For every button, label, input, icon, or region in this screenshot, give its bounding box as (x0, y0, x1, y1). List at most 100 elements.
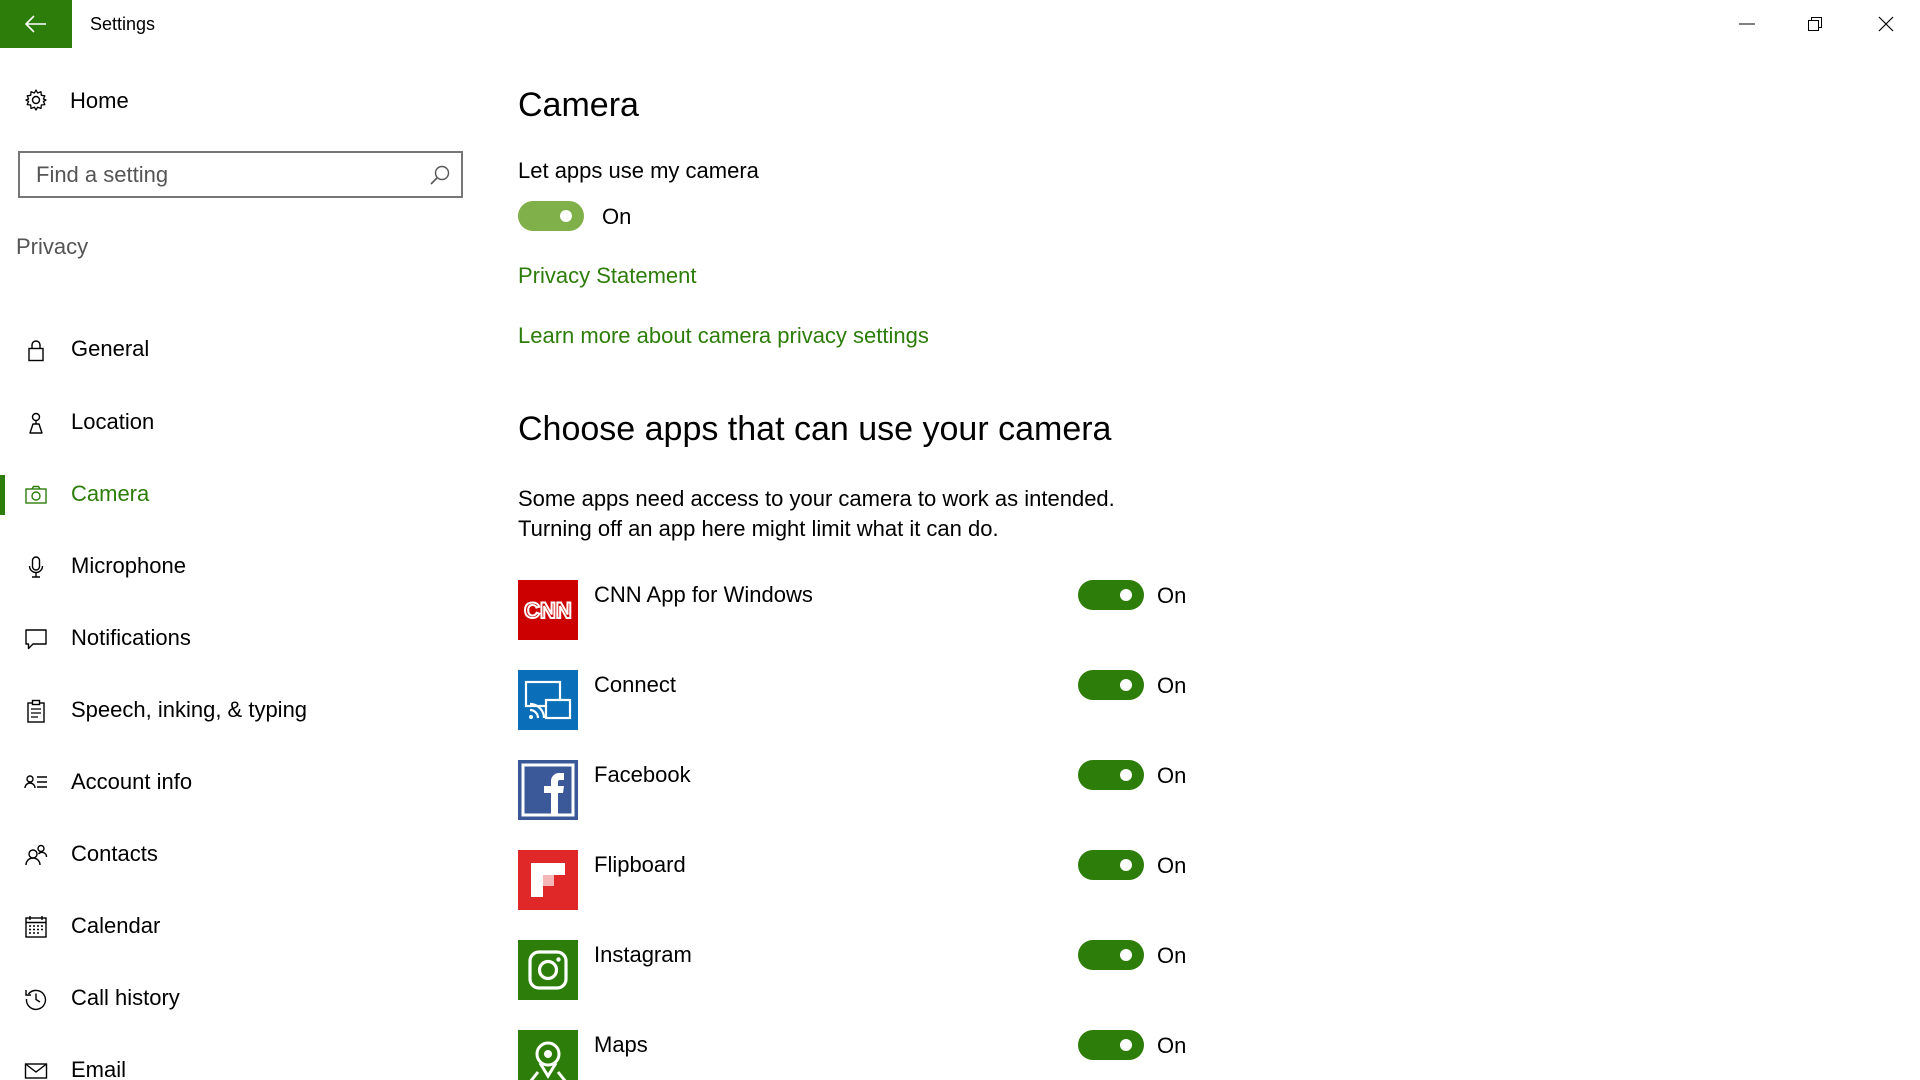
flipboard-logo-icon (518, 850, 578, 910)
app-name: Facebook (594, 762, 691, 787)
app-toggle-flipboard[interactable] (1078, 850, 1144, 880)
privacy-statement-link[interactable]: Privacy Statement (518, 263, 697, 289)
app-toggle-state: On (1157, 943, 1187, 968)
restore-button[interactable] (1781, 0, 1849, 48)
toggle-knob (1120, 859, 1132, 871)
sidebar-item-notifications[interactable]: Notifications (0, 611, 480, 667)
app-name: Connect (594, 672, 676, 697)
active-indicator (0, 475, 5, 515)
group-label-privacy: Privacy (16, 234, 89, 259)
app-toggle-state: On (1157, 1033, 1187, 1058)
notifications-icon (25, 629, 47, 650)
sidebar-item-calendar[interactable]: Calendar (0, 899, 480, 955)
sidebar-item-label: Microphone (71, 553, 186, 578)
minimize-button[interactable] (1713, 0, 1781, 48)
sidebar-item-label: Notifications (71, 625, 191, 650)
app-row-cnn: CNN CNN App for Windows On (518, 580, 1298, 642)
cnn-logo-icon: CNN (518, 580, 578, 640)
description-line-2: Turning off an app here might limit what… (518, 516, 999, 541)
sidebar-item-microphone[interactable]: Microphone (0, 539, 480, 595)
sidebar-item-location[interactable]: Location (0, 395, 480, 451)
sidebar-item-label: Email (71, 1057, 127, 1080)
window-title: Settings (90, 14, 156, 34)
search-icon[interactable] (429, 164, 451, 186)
calendar-icon (25, 916, 47, 938)
instagram-logo-icon (518, 940, 578, 1000)
app-row-facebook: Facebook On (518, 760, 1298, 822)
app-toggle-state: On (1157, 673, 1187, 698)
lock-icon (28, 340, 44, 362)
toggle-knob (560, 210, 572, 222)
sidebar-item-contacts[interactable]: Contacts (0, 827, 480, 883)
app-toggle-state: On (1157, 763, 1187, 788)
sidebar-item-camera[interactable]: Camera (0, 467, 480, 523)
restore-icon (1808, 17, 1822, 31)
sidebar-item-general[interactable]: General (0, 322, 480, 378)
home-link[interactable]: Home (0, 80, 480, 120)
close-icon (1878, 16, 1894, 32)
section-description: Some apps need access to your camera to … (518, 484, 1318, 544)
toggle-knob (1120, 589, 1132, 601)
toggle-knob (1120, 949, 1132, 961)
page-title: Camera (518, 86, 639, 124)
app-toggle-instagram[interactable] (1078, 940, 1144, 970)
app-name: Instagram (594, 942, 692, 967)
history-icon (25, 989, 47, 1011)
title-bar: Settings (0, 0, 1920, 48)
main-content: Camera Let apps use my camera On Privacy… (518, 48, 1898, 1080)
minimize-icon (1739, 23, 1755, 25)
app-toggle-state: On (1157, 583, 1187, 608)
master-camera-toggle[interactable] (518, 201, 584, 231)
sidebar-item-account-info[interactable]: Account info (0, 755, 480, 811)
toggle-knob (1120, 1039, 1132, 1051)
maps-logo-icon (518, 1030, 578, 1080)
master-toggle-label: Let apps use my camera (518, 158, 759, 183)
sidebar-item-label: Location (71, 409, 155, 434)
app-name: Flipboard (594, 852, 686, 877)
app-toggle-facebook[interactable] (1078, 760, 1144, 790)
close-button[interactable] (1852, 0, 1920, 48)
sidebar-item-label: General (71, 336, 150, 361)
description-line-1: Some apps need access to your camera to … (518, 486, 1115, 511)
app-toggle-cnn[interactable] (1078, 580, 1144, 610)
home-label: Home (70, 88, 129, 113)
app-toggle-state: On (1157, 853, 1187, 878)
app-toggle-connect[interactable] (1078, 670, 1144, 700)
app-name: CNN App for Windows (594, 582, 813, 607)
back-arrow-icon (25, 15, 46, 33)
section-title: Choose apps that can use your camera (518, 410, 1112, 448)
contacts-icon (25, 844, 48, 866)
sidebar-item-speech[interactable]: Speech, inking, & typing (0, 683, 480, 739)
learn-more-link[interactable]: Learn more about camera privacy settings (518, 323, 929, 349)
sidebar-item-email[interactable]: Email (0, 1043, 480, 1080)
microphone-icon (28, 556, 44, 578)
sidebar-item-label: Calendar (71, 913, 161, 938)
app-name: Maps (594, 1032, 648, 1057)
clipboard-icon (27, 699, 45, 723)
app-toggle-maps[interactable] (1078, 1030, 1144, 1060)
email-icon (24, 1063, 48, 1079)
camera-icon (25, 485, 47, 504)
back-button[interactable] (0, 0, 72, 48)
toggle-knob (1120, 769, 1132, 781)
sidebar-item-call-history[interactable]: Call history (0, 971, 480, 1027)
search-input[interactable] (20, 153, 461, 196)
svg-text:CNN: CNN (524, 598, 572, 623)
location-icon (29, 412, 43, 434)
account-info-icon (24, 775, 47, 789)
app-row-connect: Connect On (518, 670, 1298, 732)
toggle-knob (1120, 679, 1132, 691)
app-row-instagram: Instagram On (518, 940, 1298, 1002)
sidebar-item-label: Call history (71, 985, 180, 1010)
sidebar-item-label: Speech, inking, & typing (71, 697, 308, 722)
search-box[interactable] (18, 151, 463, 198)
sidebar: Home Privacy General Location Camera (0, 48, 480, 1080)
app-row-flipboard: Flipboard On (518, 850, 1298, 912)
sidebar-item-label: Account info (71, 769, 193, 794)
sidebar-item-label: Camera (71, 481, 150, 506)
sidebar-item-label: Contacts (71, 841, 158, 866)
master-toggle-state: On (602, 204, 632, 229)
connect-logo-icon (518, 670, 578, 730)
app-row-maps: Maps On (518, 1030, 1298, 1080)
gear-icon (25, 89, 47, 111)
